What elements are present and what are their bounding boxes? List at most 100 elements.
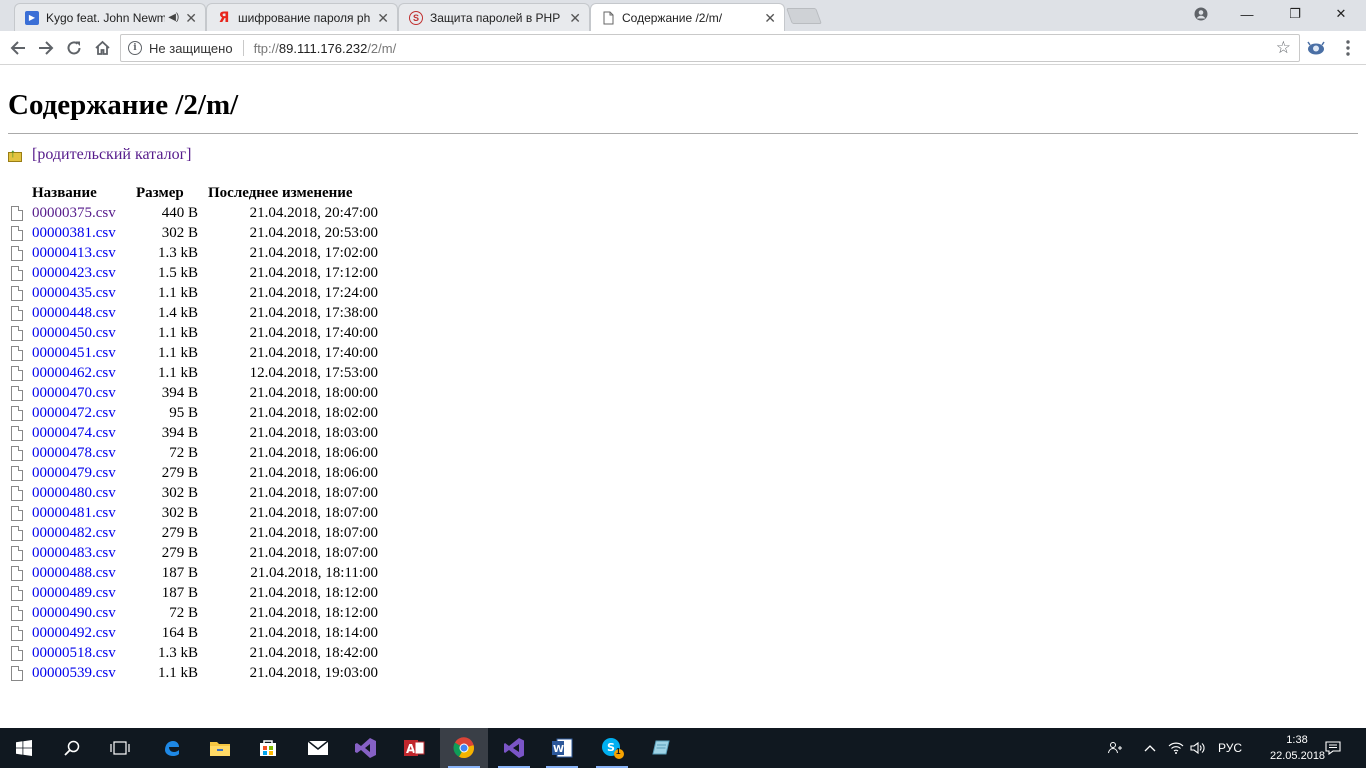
file-cell-icon bbox=[8, 463, 32, 483]
close-tab-icon[interactable]: ✕ bbox=[764, 11, 776, 25]
file-name-cell: 00000423.csv bbox=[32, 263, 136, 283]
file-icon bbox=[11, 445, 23, 461]
file-size: 394 B bbox=[161, 384, 198, 401]
file-link[interactable]: 00000470.csv bbox=[32, 385, 116, 401]
chrome-icon[interactable] bbox=[440, 728, 488, 768]
home-button[interactable] bbox=[90, 36, 114, 60]
file-name-cell: 00000450.csv bbox=[32, 323, 136, 343]
table-row: 00000472.csv 95 B 21.04.2018, 18:02:00 bbox=[8, 403, 378, 423]
chevron-up-icon[interactable] bbox=[1140, 728, 1160, 768]
back-button[interactable] bbox=[6, 36, 30, 60]
size-column-header[interactable]: Размер bbox=[136, 183, 208, 203]
notification-center-icon[interactable] bbox=[1320, 728, 1346, 768]
file-name-cell: 00000435.csv bbox=[32, 283, 136, 303]
file-explorer-icon[interactable] bbox=[196, 728, 244, 768]
tab-password-protection[interactable]: S Защита паролей в PHP | ✕ bbox=[398, 3, 590, 31]
file-link[interactable]: 00000479.csv bbox=[32, 465, 116, 481]
menu-icon[interactable] bbox=[1336, 36, 1360, 60]
new-tab-button[interactable] bbox=[786, 8, 822, 24]
file-link[interactable]: 00000492.csv bbox=[32, 625, 116, 641]
store-icon[interactable] bbox=[244, 728, 292, 768]
tab-kygo[interactable]: ▶ Kygo feat. John Newm ◀) ✕ bbox=[14, 3, 206, 31]
file-link[interactable]: 00000375.csv bbox=[32, 205, 116, 221]
file-link[interactable]: 00000478.csv bbox=[32, 445, 116, 461]
close-window-button[interactable]: ✕ bbox=[1318, 0, 1364, 28]
task-view-icon[interactable] bbox=[96, 728, 144, 768]
file-link[interactable]: 00000489.csv bbox=[32, 585, 116, 601]
file-link[interactable]: 00000413.csv bbox=[32, 245, 116, 261]
file-link[interactable]: 00000483.csv bbox=[32, 545, 116, 561]
close-tab-icon[interactable]: ✕ bbox=[377, 11, 389, 25]
table-row: 00000470.csv 394 B 21.04.2018, 18:00:00 bbox=[8, 383, 378, 403]
file-link[interactable]: 00000451.csv bbox=[32, 345, 116, 361]
wifi-icon[interactable] bbox=[1166, 728, 1186, 768]
address-bar[interactable]: i Не защищено ftp:// 89.111.176.232 /2/m… bbox=[120, 34, 1300, 62]
file-size: 279 B bbox=[161, 524, 198, 541]
tab-contents[interactable]: Содержание /2/m/ ✕ bbox=[590, 3, 785, 31]
parent-directory: ↑ [родительский каталог] bbox=[8, 146, 191, 164]
close-tab-icon[interactable]: ✕ bbox=[185, 11, 197, 25]
file-link[interactable]: 00000472.csv bbox=[32, 405, 116, 421]
file-link[interactable]: 00000381.csv bbox=[32, 225, 116, 241]
table-row: 00000483.csv 279 B 21.04.2018, 18:07:00 bbox=[8, 543, 378, 563]
word-icon[interactable]: W bbox=[538, 728, 586, 768]
mail-icon[interactable] bbox=[294, 728, 342, 768]
file-link[interactable]: 00000462.csv bbox=[32, 365, 116, 381]
info-icon[interactable]: i bbox=[128, 41, 142, 55]
file-link[interactable]: 00000518.csv bbox=[32, 645, 116, 661]
bookmark-star-icon[interactable]: ☆ bbox=[1276, 38, 1291, 58]
file-link[interactable]: 00000480.csv bbox=[32, 485, 116, 501]
close-tab-icon[interactable]: ✕ bbox=[569, 11, 581, 25]
table-row: 00000479.csv 279 B 21.04.2018, 18:06:00 bbox=[8, 463, 378, 483]
system-clock[interactable]: 1:38 22.05.2018 bbox=[1270, 732, 1326, 764]
security-label[interactable]: Не защищено bbox=[149, 41, 233, 56]
forward-button[interactable] bbox=[34, 36, 58, 60]
file-link[interactable]: 00000450.csv bbox=[32, 325, 116, 341]
file-cell-icon bbox=[8, 343, 32, 363]
tab-yandex[interactable]: Я шифрование пароля php ✕ bbox=[206, 3, 398, 31]
file-modified: 21.04.2018, 18:02:00 bbox=[249, 404, 378, 421]
table-row: 00000413.csv 1.3 kB 21.04.2018, 17:02:00 bbox=[8, 243, 378, 263]
file-link[interactable]: 00000481.csv bbox=[32, 505, 116, 521]
file-size: 1.1 kB bbox=[157, 284, 198, 301]
windows-start-icon[interactable] bbox=[0, 728, 48, 768]
restore-button[interactable]: ❐ bbox=[1272, 0, 1318, 28]
yandex-icon: Я bbox=[218, 9, 230, 26]
extension-icon[interactable] bbox=[1304, 36, 1328, 60]
file-link[interactable]: 00000474.csv bbox=[32, 425, 116, 441]
file-link[interactable]: 00000488.csv bbox=[32, 565, 116, 581]
reload-button[interactable] bbox=[62, 36, 86, 60]
table-row: 00000381.csv 302 B 21.04.2018, 20:53:00 bbox=[8, 223, 378, 243]
skype-icon[interactable]: S 1 bbox=[588, 728, 636, 768]
file-rows: 00000375.csv 440 B 21.04.2018, 20:47:00 000… bbox=[8, 203, 378, 683]
name-column-header[interactable]: Название bbox=[32, 183, 136, 203]
file-size: 302 B bbox=[161, 504, 198, 521]
modified-column-header[interactable]: Последнее изменение bbox=[208, 183, 378, 203]
file-icon bbox=[11, 465, 23, 481]
access-icon[interactable]: A bbox=[390, 728, 438, 768]
language-indicator[interactable]: РУС bbox=[1212, 728, 1248, 768]
file-link[interactable]: 00000448.csv bbox=[32, 305, 116, 321]
people-icon[interactable] bbox=[1103, 728, 1127, 768]
table-row: 00000451.csv 1.1 kB 21.04.2018, 17:40:00 bbox=[8, 343, 378, 363]
notes-app-icon[interactable] bbox=[636, 728, 684, 768]
search-icon[interactable] bbox=[48, 728, 96, 768]
windows-taskbar: A W S 1 РУС 1:38 22.05.2018 bbox=[0, 728, 1366, 768]
file-icon bbox=[11, 285, 23, 301]
file-link[interactable]: 00000490.csv bbox=[32, 605, 116, 621]
visual-studio-icon[interactable] bbox=[342, 728, 390, 768]
edge-browser-icon[interactable] bbox=[148, 728, 196, 768]
file-link[interactable]: 00000423.csv bbox=[32, 265, 116, 281]
profile-icon[interactable] bbox=[1178, 0, 1224, 28]
up-folder-icon[interactable]: ↑ bbox=[8, 147, 24, 163]
volume-icon[interactable] bbox=[1188, 728, 1208, 768]
minimize-button[interactable]: — bbox=[1224, 0, 1270, 28]
file-link[interactable]: 00000482.csv bbox=[32, 525, 116, 541]
parent-directory-link[interactable]: [родительский каталог] bbox=[32, 146, 191, 164]
visual-studio-code-icon[interactable] bbox=[490, 728, 538, 768]
file-cell-icon bbox=[8, 203, 32, 223]
file-link[interactable]: 00000435.csv bbox=[32, 285, 116, 301]
clock-date: 22.05.2018 bbox=[1270, 750, 1326, 762]
audio-playing-icon[interactable]: ◀) bbox=[168, 12, 179, 23]
file-link[interactable]: 00000539.csv bbox=[32, 665, 116, 681]
